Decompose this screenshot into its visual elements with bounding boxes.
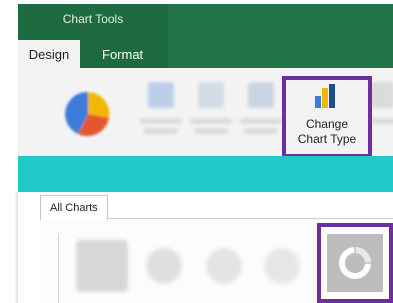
ribbon-header: Chart Tools Design Format	[18, 4, 393, 68]
change-chart-type-dialog: All Charts	[18, 192, 393, 303]
ribbon-body: Change Chart Type	[18, 68, 393, 158]
pie-chart-type-icon[interactable]	[76, 240, 128, 292]
blurred-ribbon-button[interactable]	[236, 78, 286, 148]
screenshot-frame: Chart Tools Design Format Change Chart T…	[0, 0, 393, 303]
tab-design[interactable]: Design	[18, 40, 80, 68]
dialog-title-bar	[18, 156, 393, 192]
tab-all-charts[interactable]: All Charts	[40, 195, 108, 220]
doughnut-tile	[327, 234, 383, 292]
list-divider	[58, 234, 59, 303]
chart-type-icon[interactable]	[146, 248, 182, 284]
change-chart-type-label: Change Chart Type	[286, 117, 368, 147]
change-chart-type-line2: Chart Type	[297, 132, 357, 146]
change-chart-type-line1: Change	[305, 117, 349, 131]
banner-edge	[0, 156, 18, 192]
chart-tools-group: Chart Tools Design Format	[18, 4, 168, 68]
chart-type-icon[interactable]	[264, 248, 300, 284]
change-chart-type-button[interactable]: Change Chart Type	[282, 76, 372, 158]
chart-colors-icon[interactable]	[58, 84, 118, 144]
blurred-ribbon-button[interactable]	[136, 78, 186, 148]
blurred-ribbon-button[interactable]	[186, 78, 236, 148]
chart-type-icon[interactable]	[206, 248, 242, 284]
chart-tools-label: Chart Tools	[62, 12, 124, 26]
bar-chart-icon	[315, 84, 335, 108]
tab-format[interactable]: Format	[90, 40, 155, 68]
doughnut-chart-icon	[339, 247, 371, 279]
doughnut-chart-type-button[interactable]	[317, 223, 393, 303]
